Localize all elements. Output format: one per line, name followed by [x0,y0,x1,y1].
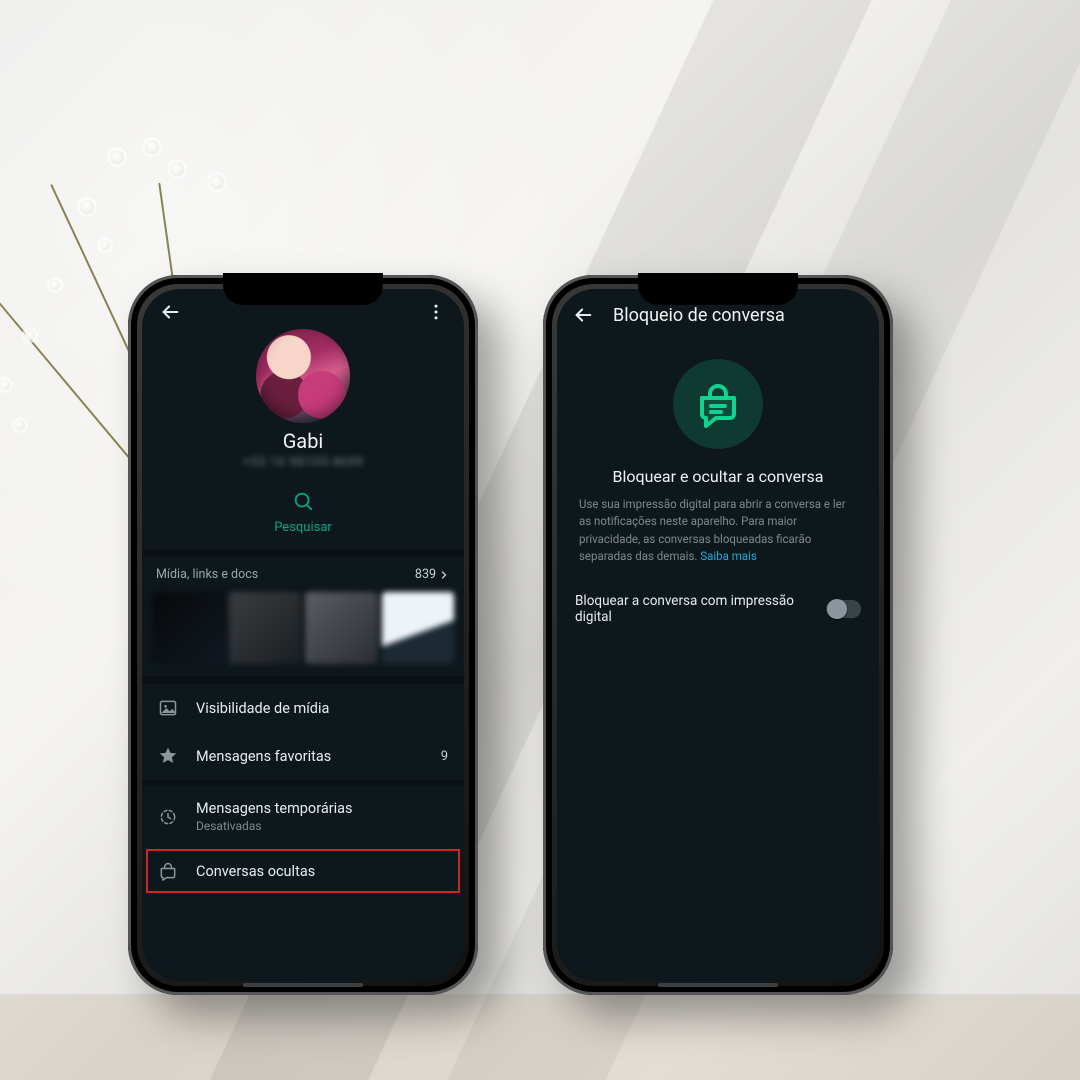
overflow-menu-button[interactable] [420,296,452,328]
row-label: Visibilidade de mídia [196,700,448,717]
row-hidden-chats[interactable]: Conversas ocultas [142,847,464,895]
section-gap [142,549,464,557]
arrow-left-icon [159,301,181,323]
phone-notch [638,273,798,305]
phone-left: Gabi +55 16 98105-4699 Pesquisar Mídia, … [128,275,478,995]
row-sublabel: Desativadas [196,819,448,833]
phone-notch [223,273,383,305]
section-gap [142,676,464,684]
fingerprint-lock-toggle-row[interactable]: Bloquear a conversa com impressão digita… [557,571,879,647]
media-thumb[interactable] [152,592,225,664]
hero-title: Bloquear e ocultar a conversa [577,467,859,486]
arrow-left-icon [572,304,594,326]
media-thumb[interactable] [229,592,302,664]
profile-name: Gabi [142,429,464,453]
media-thumbnails[interactable] [142,588,464,676]
hero: Bloquear e ocultar a conversa Use sua im… [557,341,879,571]
back-button[interactable] [154,296,186,328]
media-count: 839 [415,567,450,582]
learn-more-link[interactable]: Saiba mais [700,549,757,563]
row-label: Mensagens favoritas [196,748,423,765]
media-section-header[interactable]: Mídia, links e docs 839 [142,557,464,588]
lock-hero-badge [673,359,763,449]
media-count-value: 839 [415,567,436,582]
media-thumb[interactable] [305,592,378,664]
toggle-switch[interactable] [826,600,861,618]
star-icon [158,746,178,766]
toggle-label: Bloquear a conversa com impressão digita… [575,593,826,625]
back-button[interactable] [567,299,599,331]
more-vert-icon [426,302,446,322]
lock-chat-icon [158,861,178,881]
right-screen: Bloqueio de conversa Bloquear e ocultar … [557,289,879,981]
avatar[interactable] [256,329,350,423]
search-action[interactable]: Pesquisar [142,480,464,549]
home-indicator [658,983,778,987]
row-label: Mensagens temporárias [196,800,448,817]
hero-description: Use sua impressão digital para abrir a c… [577,496,859,565]
lock-chat-icon [694,380,742,428]
media-thumb[interactable] [382,592,455,664]
profile-block: Gabi +55 16 98105-4699 [142,329,464,480]
profile-phone: +55 16 98105-4699 [142,455,464,470]
row-disappearing-messages[interactable]: Mensagens temporárias Desativadas [142,786,464,847]
favorites-count: 9 [441,749,448,764]
media-header-label: Mídia, links e docs [156,567,258,582]
left-screen: Gabi +55 16 98105-4699 Pesquisar Mídia, … [142,289,464,981]
screen-title: Bloqueio de conversa [613,305,785,326]
row-label: Conversas ocultas [196,863,448,880]
search-icon [292,490,314,512]
scene-background: Gabi +55 16 98105-4699 Pesquisar Mídia, … [0,0,1080,1080]
home-indicator [243,983,363,987]
row-favorite-messages[interactable]: Mensagens favoritas 9 [142,732,464,780]
timer-icon [158,807,178,827]
chevron-right-icon [438,569,450,581]
row-media-visibility[interactable]: Visibilidade de mídia [142,684,464,732]
phone-right: Bloqueio de conversa Bloquear e ocultar … [543,275,893,995]
search-label: Pesquisar [274,520,332,535]
image-icon [158,698,178,718]
